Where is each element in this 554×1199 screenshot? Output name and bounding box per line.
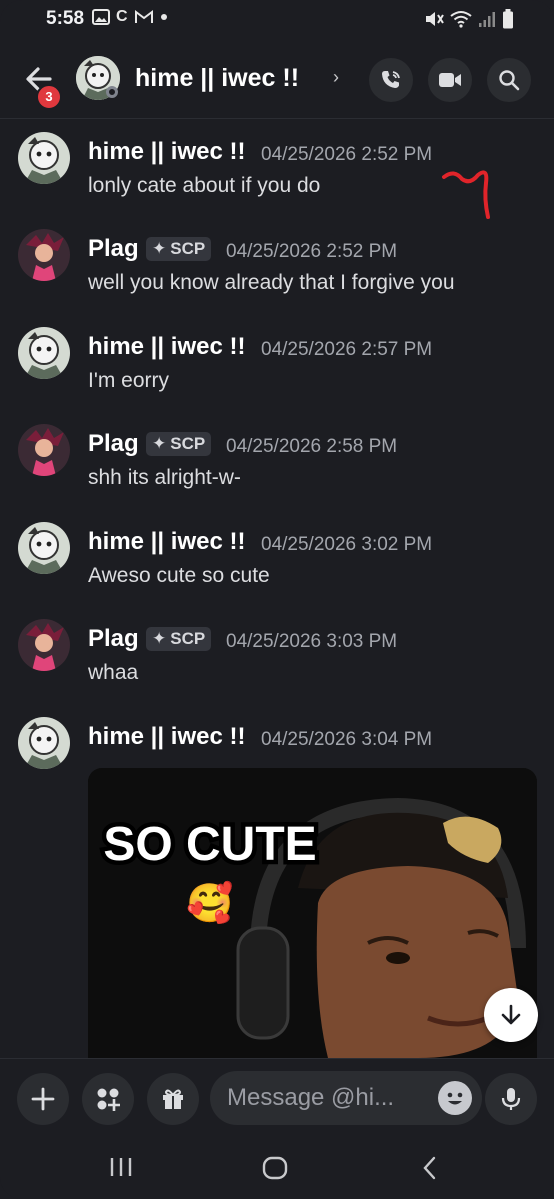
back-nav-button[interactable] <box>420 1155 440 1181</box>
message-author[interactable]: hime || iwec !! <box>88 723 245 751</box>
recent-apps-button[interactable] <box>108 1156 134 1178</box>
hime-avatar-image <box>18 327 70 379</box>
app-frame: 5:58 C 3 hime || iwec !! › hime || iwec … <box>0 0 554 1199</box>
avatar[interactable] <box>18 619 70 671</box>
message-text: lonly cate about if you do <box>88 174 321 197</box>
message-timestamp: 04/25/2026 3:03 PM <box>226 631 398 652</box>
clan-tag[interactable]: ✦ SCP <box>146 627 212 651</box>
status-bar: 5:58 C <box>0 0 554 40</box>
message-composer: Message @hi... <box>0 1058 554 1139</box>
message-item[interactable]: Plag ✦ SCP 04/25/2026 3:03 PM whaa <box>0 605 554 695</box>
voice-message-button[interactable] <box>485 1073 537 1125</box>
plag-avatar-image <box>18 424 70 476</box>
battery-icon <box>503 9 513 29</box>
message-text: whaa <box>88 661 139 684</box>
voice-call-button[interactable] <box>369 58 413 102</box>
gif-image: SO CUTE 🥰 <box>88 768 537 1058</box>
plag-avatar-image <box>18 229 70 281</box>
wifi-icon <box>450 11 472 28</box>
clan-tag[interactable]: ✦ SCP <box>146 237 212 261</box>
system-navigation-bar <box>0 1138 554 1199</box>
message-author[interactable]: Plag <box>88 625 139 653</box>
message-item[interactable]: Plag ✦ SCP 04/25/2026 2:58 PM shh its alr… <box>0 410 554 500</box>
gif-caption: SO CUTE <box>103 818 316 871</box>
message-list[interactable]: hime || iwec !! 04/25/2026 2:52 PM lonly… <box>0 118 554 1058</box>
message-timestamp: 04/25/2026 3:04 PM <box>261 729 433 750</box>
message-timestamp: 04/25/2026 2:58 PM <box>226 436 398 457</box>
message-author[interactable]: hime || iwec !! <box>88 333 245 361</box>
sparkle-icon: ✦ <box>152 629 167 648</box>
message-author[interactable]: Plag <box>88 235 139 263</box>
emoji-button[interactable] <box>438 1081 472 1115</box>
message-input[interactable]: Message @hi... <box>210 1071 482 1125</box>
add-attachment-button[interactable] <box>17 1073 69 1125</box>
message-item[interactable]: hime || iwec !! 04/25/2026 2:57 PM I'm e… <box>0 313 554 403</box>
gif-attachment[interactable]: SO CUTE 🥰 <box>88 768 537 1058</box>
hime-avatar-image <box>18 132 70 184</box>
apps-button[interactable] <box>82 1073 134 1125</box>
clan-tag[interactable]: ✦ SCP <box>146 432 212 456</box>
channel-title[interactable]: hime || iwec !! <box>135 64 299 93</box>
image-icon <box>92 9 110 25</box>
video-call-button[interactable] <box>428 58 472 102</box>
message-author[interactable]: Plag <box>88 430 139 458</box>
clan-tag-label: SCP <box>170 434 206 453</box>
unread-badge: 3 <box>36 84 62 110</box>
message-text: well you know already that I forgive you <box>88 271 455 294</box>
message-author[interactable]: hime || iwec !! <box>88 528 245 556</box>
sparkle-icon: ✦ <box>152 239 167 258</box>
search-icon <box>499 70 520 91</box>
avatar[interactable] <box>18 327 70 379</box>
search-button[interactable] <box>487 58 531 102</box>
gmail-icon <box>134 10 153 23</box>
arrow-down-icon <box>501 1004 521 1025</box>
gift-button[interactable] <box>147 1073 199 1125</box>
c-app-icon: C <box>116 8 128 25</box>
avatar[interactable] <box>18 229 70 281</box>
message-author[interactable]: hime || iwec !! <box>88 138 245 166</box>
message-item[interactable]: Plag ✦ SCP 04/25/2026 2:52 PM well you kn… <box>0 215 554 305</box>
message-timestamp: 04/25/2026 3:02 PM <box>261 534 433 555</box>
hime-avatar-image <box>18 717 70 769</box>
plag-avatar-image <box>18 619 70 671</box>
clan-tag-label: SCP <box>170 239 206 258</box>
notification-icons: C <box>92 8 168 26</box>
message-text: shh its alright-w- <box>88 466 241 489</box>
call-icon <box>382 71 400 88</box>
gif-emoji: 🥰 <box>186 880 233 925</box>
message-input-placeholder: Message @hi... <box>227 1084 395 1111</box>
emoji-icon <box>447 1092 463 1105</box>
mute-icon <box>426 12 444 26</box>
system-icons <box>424 9 514 29</box>
message-text: I'm eorry <box>88 369 170 392</box>
avatar[interactable] <box>18 132 70 184</box>
red-annotation-mark <box>442 170 490 219</box>
avatar[interactable] <box>18 522 70 574</box>
status-time: 5:58 <box>46 8 85 29</box>
status-indicator <box>106 86 118 98</box>
apps-icon <box>97 1088 120 1111</box>
jump-to-present-button[interactable] <box>484 988 538 1042</box>
message-text: Aweso cute so cute <box>88 564 270 587</box>
message-timestamp: 04/25/2026 2:52 PM <box>261 144 433 165</box>
clan-tag-label: SCP <box>170 629 206 648</box>
message-timestamp: 04/25/2026 2:57 PM <box>261 339 433 360</box>
plus-icon <box>31 1087 55 1111</box>
avatar[interactable] <box>18 424 70 476</box>
microphone-icon <box>501 1088 521 1110</box>
video-icon <box>439 73 461 87</box>
chevron-right-icon[interactable]: › <box>333 67 339 88</box>
signal-icon <box>479 12 495 27</box>
sparkle-icon: ✦ <box>152 434 167 453</box>
message-item[interactable]: hime || iwec !! 04/25/2026 3:02 PM Aweso… <box>0 508 554 598</box>
message-timestamp: 04/25/2026 2:52 PM <box>226 241 398 262</box>
hime-avatar-image <box>18 522 70 574</box>
gift-icon <box>163 1089 183 1109</box>
dot-icon <box>160 14 167 20</box>
avatar[interactable] <box>18 717 70 769</box>
channel-header: 3 hime || iwec !! › <box>0 42 554 119</box>
home-button[interactable] <box>261 1155 289 1181</box>
